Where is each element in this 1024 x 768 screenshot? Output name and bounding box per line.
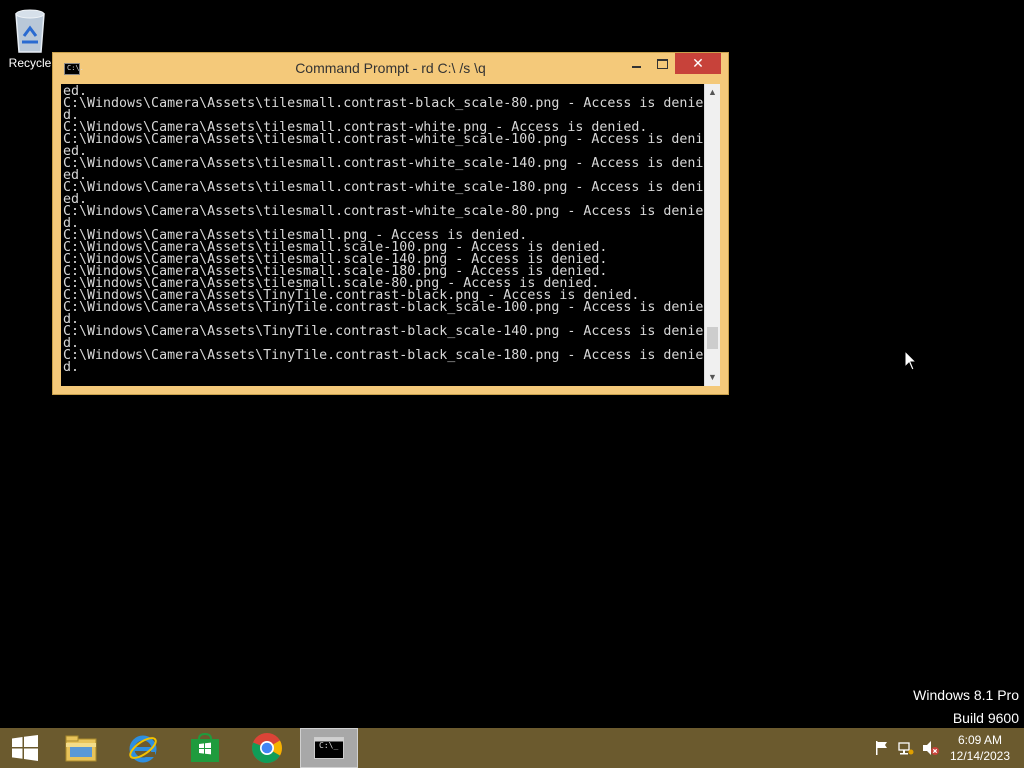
minimize-button[interactable] xyxy=(623,53,649,74)
taskbar-chrome[interactable] xyxy=(242,728,292,768)
taskbar-clock[interactable]: 6:09 AM 12/14/2023 xyxy=(948,732,1012,764)
watermark-edition: Windows 8.1 Pro xyxy=(913,687,1019,703)
console-line: d. xyxy=(63,360,80,375)
volume-control[interactable] xyxy=(922,728,940,768)
console-output[interactable]: ed. C:\Windows\Camera\Assets\tilesmall.c… xyxy=(61,84,704,386)
command-prompt-window[interactable]: C:\. Command Prompt - rd C:\ /s \q ✕ ed.… xyxy=(52,52,729,395)
taskbar-internet-explorer[interactable] xyxy=(118,728,168,768)
console-text: ed. C:\Windows\Camera\Assets\tilesmall.c… xyxy=(61,84,704,374)
chrome-icon xyxy=(252,733,282,764)
start-button[interactable] xyxy=(0,728,50,768)
console-line: C:\Windows\Camera\Assets\TinyTile.contra… xyxy=(63,324,704,339)
recycle-bin-shortcut[interactable]: Recycle xyxy=(4,6,56,70)
store-icon xyxy=(191,733,219,762)
volume-muted-icon xyxy=(923,741,939,755)
recycle-bin-label: Recycle xyxy=(8,56,52,70)
close-icon: ✕ xyxy=(692,55,704,71)
action-center-flag[interactable] xyxy=(874,728,890,768)
console-line: C:\Windows\Camera\Assets\tilesmall.contr… xyxy=(63,180,704,195)
clock-time: 6:09 AM xyxy=(957,733,1003,747)
internet-explorer-icon xyxy=(129,735,157,763)
taskbar-store[interactable] xyxy=(180,728,230,768)
window-titlebar[interactable]: C:\. Command Prompt - rd C:\ /s \q ✕ xyxy=(53,53,728,84)
scroll-thumb[interactable] xyxy=(707,327,718,349)
windows-logo-icon xyxy=(12,735,38,761)
vertical-scrollbar[interactable]: ▲ ▼ xyxy=(704,84,720,386)
command-prompt-icon-text: C:\_ xyxy=(319,741,339,750)
close-button[interactable]: ✕ xyxy=(675,53,721,74)
console-line: C:\Windows\Camera\Assets\tilesmall.contr… xyxy=(63,132,704,147)
flag-icon xyxy=(876,741,887,755)
network-status[interactable] xyxy=(898,728,914,768)
windows-watermark: Windows 8.1 Pro Build 9600 xyxy=(913,684,1019,730)
scroll-down-arrow-icon[interactable]: ▼ xyxy=(705,369,720,386)
scroll-up-arrow-icon[interactable]: ▲ xyxy=(705,84,720,101)
console-line: C:\Windows\Camera\Assets\tilesmall.contr… xyxy=(63,204,704,219)
mouse-pointer-icon xyxy=(904,350,918,371)
clock-date: 12/14/2023 xyxy=(949,749,1011,763)
taskbar: C:\_ 6:09 AM 12/14/2023 xyxy=(0,728,1024,768)
network-icon xyxy=(898,742,914,755)
taskbar-command-prompt[interactable]: C:\_ xyxy=(300,728,358,768)
recycle-bin-icon xyxy=(15,9,45,53)
folder-icon xyxy=(65,735,97,762)
taskbar-file-explorer[interactable] xyxy=(56,728,106,768)
console-line: C:\Windows\Camera\Assets\TinyTile.contra… xyxy=(63,300,704,315)
watermark-build: Build 9600 xyxy=(952,710,1019,726)
console-line: C:\Windows\Camera\Assets\tilesmall.contr… xyxy=(63,96,704,111)
maximize-button[interactable] xyxy=(649,53,675,74)
console-line: C:\Windows\Camera\Assets\tilesmall.contr… xyxy=(63,156,704,171)
console-line: C:\Windows\Camera\Assets\TinyTile.contra… xyxy=(63,348,704,363)
